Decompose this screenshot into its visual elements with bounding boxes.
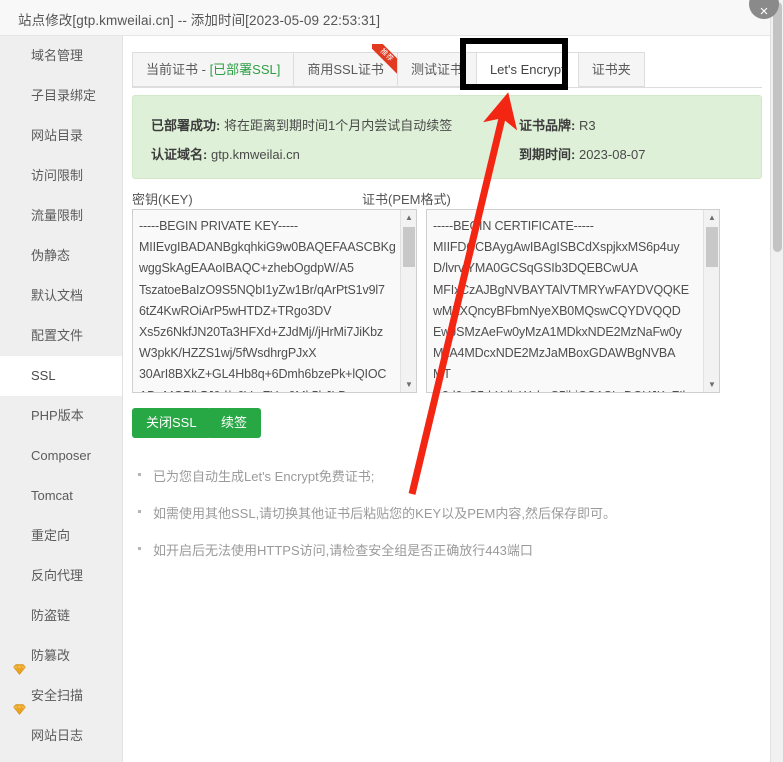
sidebar-item-6[interactable]: 默认文档 <box>0 276 122 316</box>
sidebar-item-10[interactable]: Composer <box>0 436 122 476</box>
pem-textarea-scrollbar[interactable]: ▲ ▼ <box>703 210 719 392</box>
sidebar-item-label: SSL <box>31 368 56 383</box>
pem-textarea[interactable]: -----BEGIN CERTIFICATE----- MIIFDCCBAygA… <box>426 209 720 393</box>
site-edit-dialog: 站点修改[gtp.kmweilai.cn] -- 添加时间[2023-05-09… <box>0 0 783 762</box>
scroll-down-icon[interactable]: ▼ <box>401 377 416 392</box>
sidebar-item-11[interactable]: Tomcat <box>0 476 122 516</box>
cert-domain-value: gtp.kmweilai.cn <box>210 147 300 162</box>
note-item: 如需使用其他SSL,请切换其他证书后粘贴您的KEY以及PEM内容,然后保存即可。 <box>136 503 746 522</box>
note-item: 已为您自动生成Let's Encrypt免费证书; <box>136 466 746 485</box>
cert-domain-row: 认证域名: gtp.kmweilai.cn <box>151 144 300 163</box>
key-field-label: 密钥(KEY) <box>132 192 193 207</box>
note-item: 如开启后无法使用HTTPS访问,请检查安全组是否正确放行443端口 <box>136 540 746 559</box>
sidebar-item-label: 防盗链 <box>31 608 71 623</box>
sidebar-item-label: 网站目录 <box>31 128 84 143</box>
sidebar-item-14[interactable]: 防盗链 <box>0 596 122 636</box>
tab-label: 商用SSL证书 <box>307 62 384 77</box>
scroll-up-icon[interactable]: ▲ <box>704 210 719 225</box>
sidebar-item-label: 重定向 <box>31 528 71 543</box>
scroll-down-icon[interactable]: ▼ <box>704 377 719 392</box>
cert-expire-row: 到期时间: 2023-08-07 <box>519 144 645 163</box>
sidebar-item-9[interactable]: PHP版本 <box>0 396 122 436</box>
page-scrollbar-thumb[interactable] <box>773 2 782 252</box>
ssl-panel: 当前证书 - [已部署SSL] 商用SSL证书 推荐 测试证书 Let's Encryp… <box>124 36 770 762</box>
close-icon-glyph: × <box>759 3 769 19</box>
key-textarea-scrollbar[interactable]: ▲ ▼ <box>400 210 416 392</box>
tab-label: Let's Encrypt <box>489 62 565 77</box>
pem-scrollbar-thumb[interactable] <box>706 227 718 267</box>
cert-brand-row: 证书品牌: R3 <box>519 115 596 134</box>
page-scrollbar[interactable] <box>770 0 783 762</box>
sidebar-item-17[interactable]: 网站日志 <box>0 716 122 756</box>
tab-label: 当前证书 - <box>146 62 210 77</box>
cert-brand-label: 证书品牌: <box>519 118 576 133</box>
close-ssl-button[interactable]: 关闭SSL <box>132 408 211 438</box>
sidebar-item-3[interactable]: 访问限制 <box>0 156 122 196</box>
sidebar-item-label: 默认文档 <box>31 288 84 303</box>
sidebar-item-label: 伪静态 <box>31 248 71 263</box>
tab-0[interactable]: 当前证书 - [已部署SSL] <box>132 52 294 87</box>
tab-label: 测试证书 <box>410 62 463 77</box>
key-textarea-content[interactable]: -----BEGIN PRIVATE KEY----- MIIEvgIBADAN… <box>139 216 398 392</box>
deploy-status-label: 已部署成功: <box>151 118 221 133</box>
cert-domain-label: 认证域名: <box>151 147 208 162</box>
vip-diamond-icon <box>13 651 26 675</box>
sidebar-item-label: PHP版本 <box>31 408 84 423</box>
deploy-status-value: 将在距离到期时间1个月内尝试自动续签 <box>223 118 453 133</box>
renew-cert-button[interactable]: 续签 <box>207 408 262 438</box>
sidebar-item-16[interactable]: 安全扫描 <box>0 676 122 716</box>
sidebar-item-15[interactable]: 防篡改 <box>0 636 122 676</box>
sidebar-item-label: Composer <box>31 448 91 463</box>
cert-brand-value: R3 <box>578 118 596 133</box>
pem-textarea-content[interactable]: -----BEGIN CERTIFICATE----- MIIFDCCBAygA… <box>433 216 701 392</box>
cert-expire-value: 2023-08-07 <box>578 147 646 162</box>
sidebar-item-label: 反向代理 <box>31 568 84 583</box>
sidebar-item-label: 域名管理 <box>31 48 84 63</box>
sidebar-item-5[interactable]: 伪静态 <box>0 236 122 276</box>
sidebar-item-13[interactable]: 反向代理 <box>0 556 122 596</box>
dialog-titlebar: 站点修改[gtp.kmweilai.cn] -- 添加时间[2023-05-09… <box>0 0 770 36</box>
sidebar-item-4[interactable]: 流量限制 <box>0 196 122 236</box>
tab-1[interactable]: 商用SSL证书 推荐 <box>293 44 406 87</box>
vip-diamond-icon <box>13 691 26 715</box>
ssl-tabs: 当前证书 - [已部署SSL] 商用SSL证书 推荐 测试证书 Let's Encryp… <box>132 44 762 88</box>
sidebar-item-label: Tomcat <box>31 488 73 503</box>
note-text: 已为您自动生成Let's Encrypt免费证书; <box>153 469 375 484</box>
sidebar-item-label: 流量限制 <box>31 208 84 223</box>
key-textarea[interactable]: -----BEGIN PRIVATE KEY----- MIIEvgIBADAN… <box>132 209 417 393</box>
sidebar-item-label: 配置文件 <box>31 328 84 343</box>
sidebar-item-label: 访问限制 <box>31 168 84 183</box>
settings-sidebar: 域名管理子目录绑定网站目录访问限制流量限制伪静态默认文档配置文件 SSL PHP版本… <box>0 36 123 762</box>
tab-2[interactable]: 测试证书 <box>396 52 476 87</box>
ssl-status-panel: 已部署成功: 将在距离到期时间1个月内尝试自动续签 认证域名: gtp.kmwe… <box>132 95 762 179</box>
sidebar-item-label: 防篡改 <box>31 648 71 663</box>
note-text: 如需使用其他SSL,请切换其他证书后粘贴您的KEY以及PEM内容,然后保存即可。 <box>153 506 616 521</box>
sidebar-item-label: 网站日志 <box>31 728 84 743</box>
dialog-title: 站点修改[gtp.kmweilai.cn] -- 添加时间[2023-05-09… <box>18 13 381 28</box>
scroll-up-icon[interactable]: ▲ <box>401 210 416 225</box>
sidebar-item-8[interactable]: SSL <box>0 356 122 396</box>
sidebar-item-2[interactable]: 网站目录 <box>0 116 122 156</box>
tab-3[interactable]: Let's Encrypt <box>475 52 578 87</box>
note-text: 如开启后无法使用HTTPS访问,请检查安全组是否正确放行443端口 <box>153 543 533 558</box>
sidebar-item-label: 安全扫描 <box>31 688 84 703</box>
sidebar-item-1[interactable]: 子目录绑定 <box>0 76 122 116</box>
sidebar-item-0[interactable]: 域名管理 <box>0 36 122 76</box>
pem-field-label: 证书(PEM格式) <box>362 192 451 207</box>
tab-4[interactable]: 证书夹 <box>577 52 645 87</box>
tab-label-status: [已部署SSL] <box>209 62 281 77</box>
cert-expire-label: 到期时间: <box>519 147 576 162</box>
key-scrollbar-thumb[interactable] <box>403 227 415 267</box>
sidebar-item-label: 子目录绑定 <box>31 88 97 103</box>
sidebar-item-7[interactable]: 配置文件 <box>0 316 122 356</box>
deploy-status-row: 已部署成功: 将在距离到期时间1个月内尝试自动续签 <box>151 115 452 134</box>
tab-label: 证书夹 <box>591 62 631 77</box>
ssl-notes: 已为您自动生成Let's Encrypt免费证书; 如需使用其他SSL,请切换其他… <box>136 466 746 577</box>
sidebar-item-12[interactable]: 重定向 <box>0 516 122 556</box>
